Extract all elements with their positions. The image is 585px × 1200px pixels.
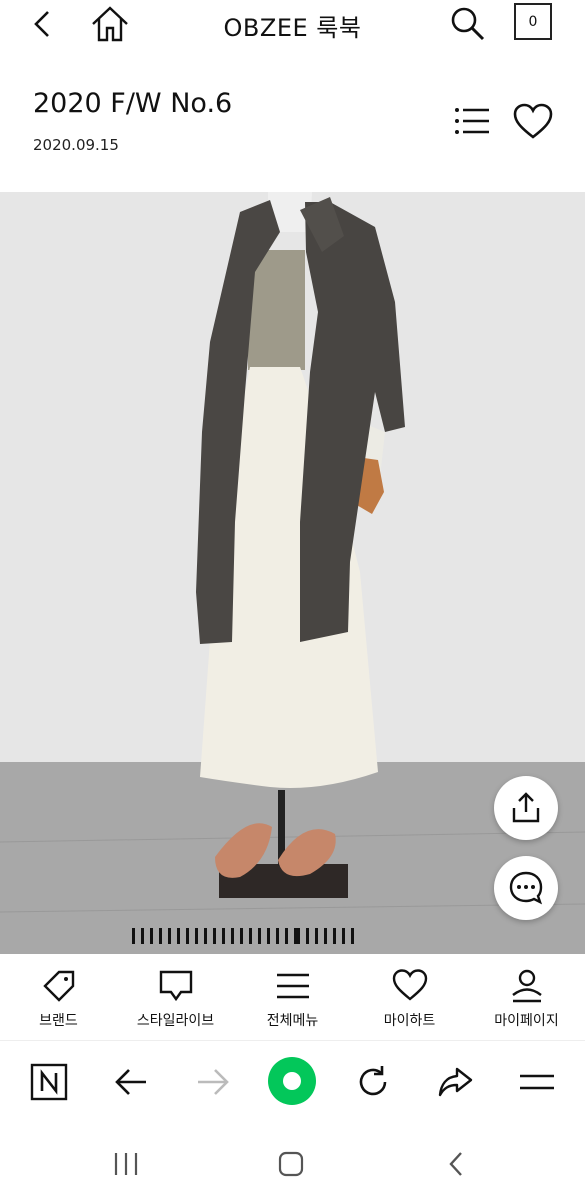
nav-style-live[interactable]: 스타일라이브 [117,954,234,1040]
browser-back-button[interactable] [108,1059,154,1105]
nav-all-menu-label: 전체메뉴 [266,1013,319,1029]
gallery-tick[interactable] [351,928,354,944]
gallery-tick[interactable] [222,928,225,944]
bottom-nav: 브랜드 스타일라이브 전체메뉴 마이하트 마이페이지 [0,954,585,1040]
look-date: 2020.09.15 [33,136,119,154]
app-title: OBZEE 룩북 [223,14,362,42]
menu-icon [520,1074,554,1090]
tag-icon [42,970,74,1002]
gallery-tick-active[interactable] [294,928,300,944]
naver-home-button[interactable] [26,1059,72,1105]
gallery-tick[interactable] [141,928,144,944]
user-icon [511,969,542,1003]
nav-my-heart[interactable]: 마이하트 [351,954,468,1040]
nav-my-page-label: 마이페이지 [494,1013,559,1029]
system-nav-bar [0,1124,585,1200]
search-icon [451,7,485,41]
share-icon [512,792,540,823]
arrow-right-icon [198,1069,229,1095]
gallery-tick[interactable] [240,928,243,944]
gallery-tick[interactable] [168,928,171,944]
arrow-left-icon [115,1069,146,1095]
heart-icon [513,103,553,139]
gallery-tick[interactable] [213,928,216,944]
like-button[interactable] [512,102,554,142]
gallery-tick[interactable] [204,928,207,944]
gallery-tick[interactable] [267,928,270,944]
nav-brand[interactable]: 브랜드 [0,954,117,1040]
gallery-tick[interactable] [333,928,336,944]
system-home-button[interactable] [271,1144,311,1184]
naver-n-icon [30,1063,68,1101]
cart-button[interactable]: 0 [514,3,552,40]
gallery-tick[interactable] [231,928,234,944]
top-bar: OBZEE 룩북 0 [0,0,585,48]
look-photo[interactable] [0,192,585,954]
gallery-tick[interactable] [276,928,279,944]
heart-icon [392,969,427,1001]
list-icon [455,108,489,134]
cart-count: 0 [528,13,538,30]
refresh-icon [359,1066,387,1096]
nav-my-page[interactable]: 마이페이지 [468,954,585,1040]
home-square-icon [278,1151,304,1177]
gallery-tick[interactable] [177,928,180,944]
share-arrow-icon [438,1067,473,1097]
gallery-tick[interactable] [324,928,327,944]
chat-bubble-icon [159,970,192,1002]
gallery-tick[interactable] [249,928,252,944]
browser-menu-button[interactable] [514,1059,560,1105]
system-back-button[interactable] [436,1144,476,1184]
gallery-tick[interactable] [186,928,189,944]
gallery-tick[interactable] [315,928,318,944]
nav-all-menu[interactable]: 전체메뉴 [234,954,351,1040]
refresh-button[interactable] [350,1059,396,1105]
gallery-tick[interactable] [285,928,288,944]
recent-apps-button[interactable] [106,1144,146,1184]
look-header: 2020 F/W No.6 2020.09.15 [0,60,585,192]
share-button[interactable] [494,776,558,840]
gallery-tick[interactable] [159,928,162,944]
browser-forward-button[interactable] [190,1059,236,1105]
nav-style-live-label: 스타일라이브 [136,1013,215,1029]
green-dot-button[interactable] [266,1055,318,1107]
gallery-tick[interactable] [150,928,153,944]
look-title: 2020 F/W No.6 [33,88,233,119]
chevron-left-icon [449,1152,462,1176]
mannequin-photo [0,192,585,954]
gallery-tick[interactable] [132,928,135,944]
gallery-tick[interactable] [195,928,198,944]
nav-my-heart-label: 마이하트 [383,1013,436,1029]
search-button[interactable] [448,4,488,44]
list-view-button[interactable] [452,102,492,142]
browser-toolbar [0,1040,585,1124]
browser-share-button[interactable] [432,1059,478,1105]
comment-icon [509,871,543,905]
comment-button[interactable] [494,856,558,920]
nav-brand-label: 브랜드 [39,1013,78,1029]
gallery-tick[interactable] [342,928,345,944]
recent-apps-icon [114,1153,138,1175]
gallery-indicator [132,928,354,946]
green-dot-icon [268,1057,316,1105]
menu-icon [276,973,309,999]
gallery-tick[interactable] [306,928,309,944]
gallery-tick[interactable] [258,928,261,944]
